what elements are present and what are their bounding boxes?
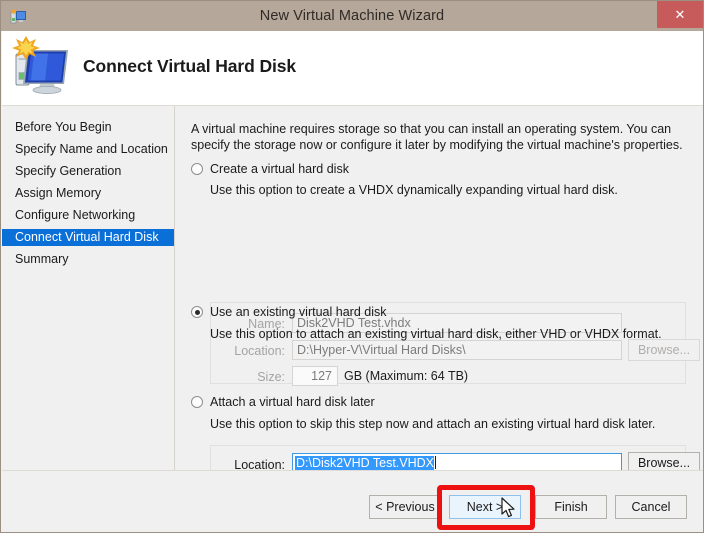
new-virtual-machine-wizard-window: New Virtual Machine Wizard ✕ Connect Vir… xyxy=(0,0,704,533)
location-field-disabled[interactable]: D:\Hyper-V\Virtual Hard Disks\ xyxy=(292,340,622,360)
sidebar-item-specify-generation[interactable]: Specify Generation xyxy=(2,163,174,180)
title-bar: New Virtual Machine Wizard ✕ xyxy=(1,1,703,31)
wizard-content-pane: A virtual machine requires storage so th… xyxy=(175,106,703,484)
radio-use-existing-virtual-hard-disk[interactable] xyxy=(191,306,203,318)
size-units-label: GB (Maximum: 64 TB) xyxy=(344,369,469,383)
radio-attach-later[interactable] xyxy=(191,396,203,408)
location-selected-text: D:\Disk2VHD Test.VHDX xyxy=(295,456,434,470)
option-create-description: Use this option to create a VHDX dynamic… xyxy=(210,183,618,197)
radio-create-virtual-hard-disk[interactable] xyxy=(191,163,203,175)
option-existing-label: Use an existing virtual hard disk xyxy=(210,305,387,319)
wizard-body: Before You Begin Specify Name and Locati… xyxy=(2,106,703,484)
size-label: Size: xyxy=(257,370,285,384)
size-field[interactable]: 127 xyxy=(292,366,338,386)
sidebar-item-configure-networking[interactable]: Configure Networking xyxy=(2,207,174,224)
wizard-steps-sidebar: Before You Begin Specify Name and Locati… xyxy=(2,106,174,470)
close-icon: ✕ xyxy=(674,8,686,23)
page-header: Connect Virtual Hard Disk xyxy=(2,31,703,106)
computer-monitor-icon xyxy=(12,36,68,95)
intro-line-2: storage now or configure it later by mod… xyxy=(254,138,683,152)
location-label-disabled: Location: xyxy=(234,344,285,358)
page-title: Connect Virtual Hard Disk xyxy=(83,56,297,76)
sidebar-item-before-you-begin[interactable]: Before You Begin xyxy=(2,119,174,136)
sidebar-item-summary[interactable]: Summary xyxy=(2,251,174,268)
previous-button[interactable]: < Previous xyxy=(369,495,441,519)
browse-button-disabled[interactable]: Browse... xyxy=(628,339,700,361)
option-later-description: Use this option to skip this step now an… xyxy=(210,417,656,431)
sidebar-item-connect-virtual-hard-disk[interactable]: Connect Virtual Hard Disk xyxy=(2,229,174,246)
sidebar-item-specify-name-location[interactable]: Specify Name and Location xyxy=(2,141,174,158)
close-button[interactable]: ✕ xyxy=(657,1,703,28)
option-existing-description: Use this option to attach an existing vi… xyxy=(210,327,662,341)
intro-paragraph: A virtual machine requires storage so th… xyxy=(191,121,685,153)
sidebar-item-assign-memory[interactable]: Assign Memory xyxy=(2,185,174,202)
next-button[interactable]: Next > xyxy=(449,495,521,519)
text-caret xyxy=(435,456,436,469)
option-later-label: Attach a virtual hard disk later xyxy=(210,395,375,409)
finish-button[interactable]: Finish xyxy=(535,495,607,519)
radio-selected-dot xyxy=(194,309,200,315)
wizard-footer: < Previous Next > Finish Cancel xyxy=(2,470,703,532)
option-create-label: Create a virtual hard disk xyxy=(210,162,349,176)
window-title: New Virtual Machine Wizard xyxy=(259,8,445,24)
cancel-button[interactable]: Cancel xyxy=(615,495,687,519)
